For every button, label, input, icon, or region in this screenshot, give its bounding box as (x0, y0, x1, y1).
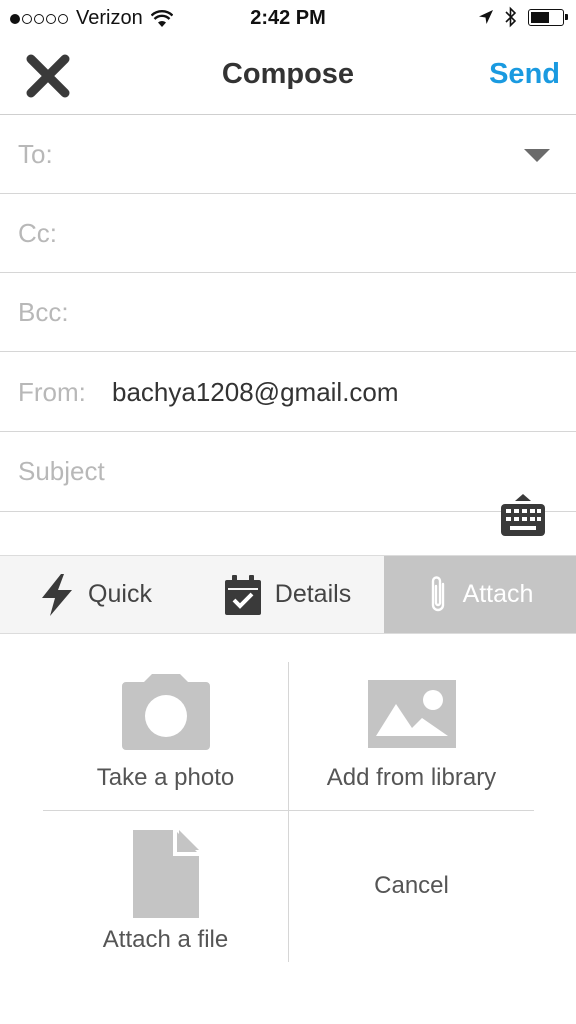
bluetooth-icon (505, 6, 517, 28)
cc-field[interactable]: Cc: (0, 194, 576, 273)
tab-label: Details (274, 580, 352, 608)
chevron-down-icon[interactable] (524, 149, 550, 162)
photo-library-icon (367, 680, 456, 748)
battery-icon (528, 8, 568, 26)
send-button[interactable]: Send (489, 58, 560, 91)
take-photo-label: Take a photo (96, 764, 235, 791)
tab-label: Attach (462, 580, 534, 608)
attach-options-panel: Take a photo Add from library Attach a f… (0, 634, 576, 1024)
from-field[interactable]: From: bachya1208@gmail.com (0, 353, 576, 432)
file-icon (132, 830, 199, 918)
cc-label: Cc: (18, 218, 57, 248)
compose-header: Compose Send (0, 38, 576, 115)
attach-file-button[interactable]: Attach a file (43, 830, 288, 970)
tab-label: Quick (88, 580, 152, 608)
keyboard-toggle-button[interactable] (501, 494, 545, 538)
tab-details[interactable]: Details (192, 556, 384, 633)
close-icon (26, 54, 70, 98)
cancel-button[interactable]: Cancel (289, 811, 534, 961)
from-value: bachya1208@gmail.com (112, 377, 399, 407)
subject-field[interactable]: Subject (0, 432, 576, 512)
tab-quick[interactable]: Quick (0, 556, 192, 633)
status-bar: Verizon 2:42 PM (0, 0, 576, 38)
keyboard-icon (501, 494, 545, 536)
paperclip-icon (431, 575, 444, 611)
subject-placeholder: Subject (18, 456, 105, 486)
bcc-field[interactable]: Bcc: (0, 273, 576, 352)
add-from-library-label: Add from library (326, 764, 497, 791)
to-label: To: (18, 139, 53, 169)
compose-tab-bar: Quick Details Attach (0, 555, 576, 634)
cancel-label: Cancel (374, 872, 449, 899)
attach-file-label: Attach a file (102, 926, 229, 953)
location-arrow-icon (479, 10, 493, 24)
add-from-library-button[interactable]: Add from library (289, 674, 534, 810)
tab-attach[interactable]: Attach (384, 556, 576, 633)
lightning-icon (42, 573, 73, 616)
bcc-label: Bcc: (18, 297, 69, 327)
calendar-check-icon (224, 574, 261, 615)
from-label: From: (18, 377, 86, 407)
to-field[interactable]: To: (0, 115, 576, 194)
status-indicators (468, 6, 568, 28)
camera-icon (121, 674, 210, 750)
close-button[interactable] (26, 54, 70, 98)
take-photo-button[interactable]: Take a photo (43, 674, 288, 810)
